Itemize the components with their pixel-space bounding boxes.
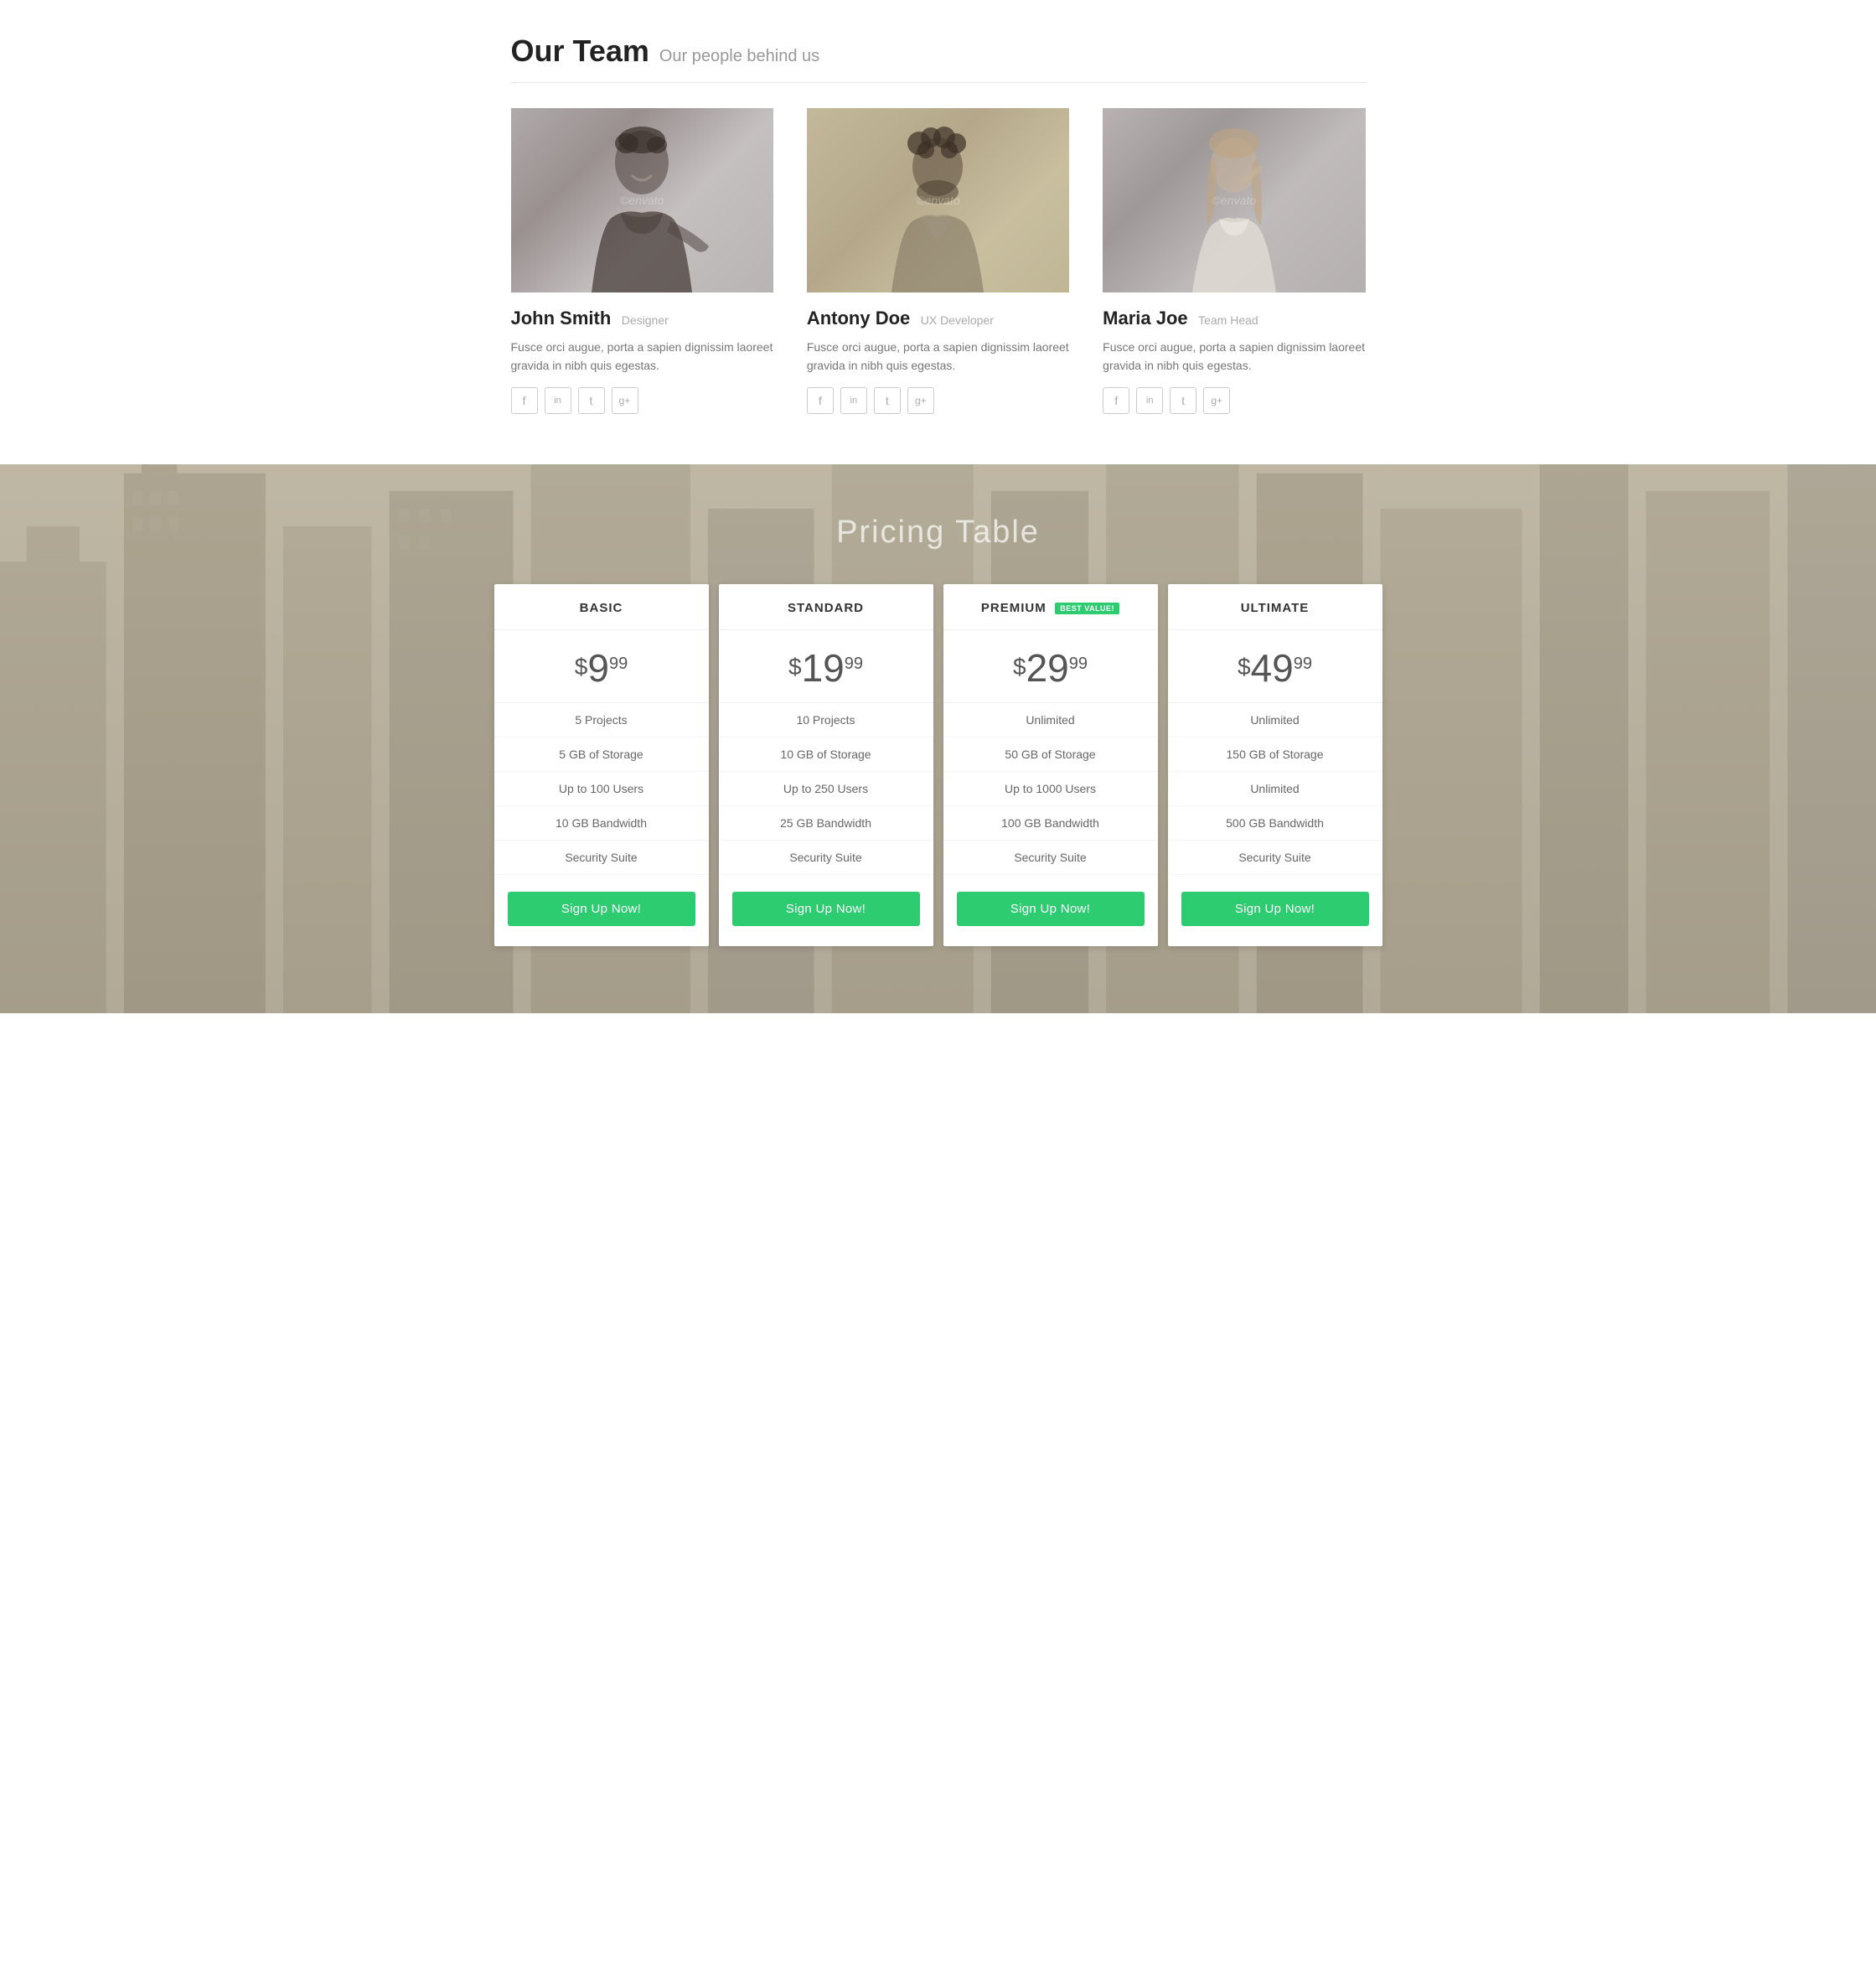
signup-button-basic[interactable]: Sign Up Now! (508, 892, 695, 926)
price-wrap-basic: $999 (494, 630, 709, 703)
member-bio-john: Fusce orci augue, porta a sapien digniss… (511, 338, 773, 375)
social-icons-john: f in t g+ (511, 387, 773, 414)
feature-ultimate-3: 500 GB Bandwidth (1168, 806, 1382, 841)
social-icons-maria: f in t g+ (1103, 387, 1365, 414)
team-grid: ©envato John Smith Designer Fusce orci a… (511, 108, 1366, 414)
price-wrap-standard: $1999 (719, 630, 933, 703)
twitter-icon-antony[interactable]: t (874, 387, 901, 414)
plan-name-ultimate: ULTIMATE (1241, 601, 1310, 615)
twitter-icon-maria[interactable]: t (1170, 387, 1196, 414)
section-heading: Our Team Our people behind us (511, 34, 1366, 83)
price-wrap-premium: $2999 (943, 630, 1158, 703)
linkedin-icon-antony[interactable]: in (840, 387, 867, 414)
pricing-cta-basic: Sign Up Now! (494, 875, 709, 946)
team-photo-maria: ©envato (1103, 108, 1365, 292)
feature-premium-4: Security Suite (943, 841, 1158, 875)
price-ultimate: $4999 (1238, 646, 1312, 690)
team-card-maria: ©envato Maria Joe Team Head Fusce orci a… (1103, 108, 1365, 414)
member-name-maria: Maria Joe (1103, 308, 1188, 329)
team-card-john: ©envato John Smith Designer Fusce orci a… (511, 108, 773, 414)
member-role-maria: Team Head (1198, 313, 1258, 327)
feature-ultimate-1: 150 GB of Storage (1168, 737, 1382, 772)
googleplus-icon-antony[interactable]: g+ (907, 387, 934, 414)
team-photo-antony: ©envato (807, 108, 1069, 292)
price-standard: $1999 (788, 646, 863, 690)
pricing-header-premium: PREMIUM BEST VALUE! (943, 584, 1158, 630)
linkedin-icon-maria[interactable]: in (1136, 387, 1163, 414)
plan-name-premium: PREMIUM (981, 601, 1047, 615)
price-premium: $2999 (1013, 646, 1088, 690)
member-bio-antony: Fusce orci augue, porta a sapien digniss… (807, 338, 1069, 375)
feature-basic-0: 5 Projects (494, 703, 709, 737)
feature-ultimate-0: Unlimited (1168, 703, 1382, 737)
member-name-antony: Antony Doe (807, 308, 910, 329)
member-bio-maria: Fusce orci augue, porta a sapien digniss… (1103, 338, 1365, 375)
member-name-john: John Smith (511, 308, 612, 329)
pricing-header-ultimate: ULTIMATE (1168, 584, 1382, 630)
feature-standard-0: 10 Projects (719, 703, 933, 737)
facebook-icon-john[interactable]: f (511, 387, 538, 414)
pricing-card-basic: BASIC $999 5 Projects 5 GB of Storage Up… (494, 584, 709, 946)
feature-standard-1: 10 GB of Storage (719, 737, 933, 772)
feature-standard-4: Security Suite (719, 841, 933, 875)
feature-standard-3: 25 GB Bandwidth (719, 806, 933, 841)
pricing-cta-standard: Sign Up Now! (719, 875, 933, 946)
feature-basic-2: Up to 100 Users (494, 772, 709, 806)
feature-premium-2: Up to 1000 Users (943, 772, 1158, 806)
signup-button-premium[interactable]: Sign Up Now! (957, 892, 1145, 926)
team-photo-john: ©envato (511, 108, 773, 292)
pricing-header-basic: BASIC (494, 584, 709, 630)
googleplus-icon-maria[interactable]: g+ (1203, 387, 1230, 414)
feature-premium-1: 50 GB of Storage (943, 737, 1158, 772)
plan-name-basic: BASIC (580, 601, 623, 615)
section-subtitle: Our people behind us (659, 47, 819, 66)
facebook-icon-antony[interactable]: f (807, 387, 834, 414)
feature-basic-4: Security Suite (494, 841, 709, 875)
member-role-antony: UX Developer (921, 313, 994, 327)
pricing-section: Pricing Table BASIC $999 5 Projects 5 GB… (0, 464, 1876, 1013)
our-team-section: Our Team Our people behind us (494, 0, 1382, 464)
pricing-heading: Pricing Table (17, 515, 1859, 551)
linkedin-icon-john[interactable]: in (545, 387, 571, 414)
feature-premium-3: 100 GB Bandwidth (943, 806, 1158, 841)
pricing-card-ultimate: ULTIMATE $4999 Unlimited 150 GB of Stora… (1168, 584, 1382, 946)
facebook-icon-maria[interactable]: f (1103, 387, 1129, 414)
signup-button-ultimate[interactable]: Sign Up Now! (1181, 892, 1369, 926)
features-premium: Unlimited 50 GB of Storage Up to 1000 Us… (943, 703, 1158, 875)
pricing-card-premium: PREMIUM BEST VALUE! $2999 Unlimited 50 G… (943, 584, 1158, 946)
section-title: Our Team (511, 34, 649, 69)
pricing-title: Pricing Table (17, 515, 1859, 551)
feature-basic-1: 5 GB of Storage (494, 737, 709, 772)
pricing-card-standard: STANDARD $1999 10 Projects 10 GB of Stor… (719, 584, 933, 946)
social-icons-antony: f in t g+ (807, 387, 1069, 414)
price-basic: $999 (575, 646, 628, 690)
feature-ultimate-2: Unlimited (1168, 772, 1382, 806)
features-ultimate: Unlimited 150 GB of Storage Unlimited 50… (1168, 703, 1382, 875)
signup-button-standard[interactable]: Sign Up Now! (732, 892, 920, 926)
features-standard: 10 Projects 10 GB of Storage Up to 250 U… (719, 703, 933, 875)
feature-standard-2: Up to 250 Users (719, 772, 933, 806)
features-basic: 5 Projects 5 GB of Storage Up to 100 Use… (494, 703, 709, 875)
team-card-antony: ©envato Antony Doe UX Developer Fusce or… (807, 108, 1069, 414)
pricing-grid: BASIC $999 5 Projects 5 GB of Storage Up… (494, 584, 1382, 946)
feature-premium-0: Unlimited (943, 703, 1158, 737)
member-role-john: Designer (622, 313, 669, 327)
feature-ultimate-4: Security Suite (1168, 841, 1382, 875)
price-wrap-ultimate: $4999 (1168, 630, 1382, 703)
feature-basic-3: 10 GB Bandwidth (494, 806, 709, 841)
googleplus-icon-john[interactable]: g+ (612, 387, 638, 414)
pricing-cta-premium: Sign Up Now! (943, 875, 1158, 946)
pricing-cta-ultimate: Sign Up Now! (1168, 875, 1382, 946)
pricing-header-standard: STANDARD (719, 584, 933, 630)
best-value-badge: BEST VALUE! (1055, 603, 1119, 614)
plan-name-standard: STANDARD (788, 601, 864, 615)
twitter-icon-john[interactable]: t (578, 387, 605, 414)
